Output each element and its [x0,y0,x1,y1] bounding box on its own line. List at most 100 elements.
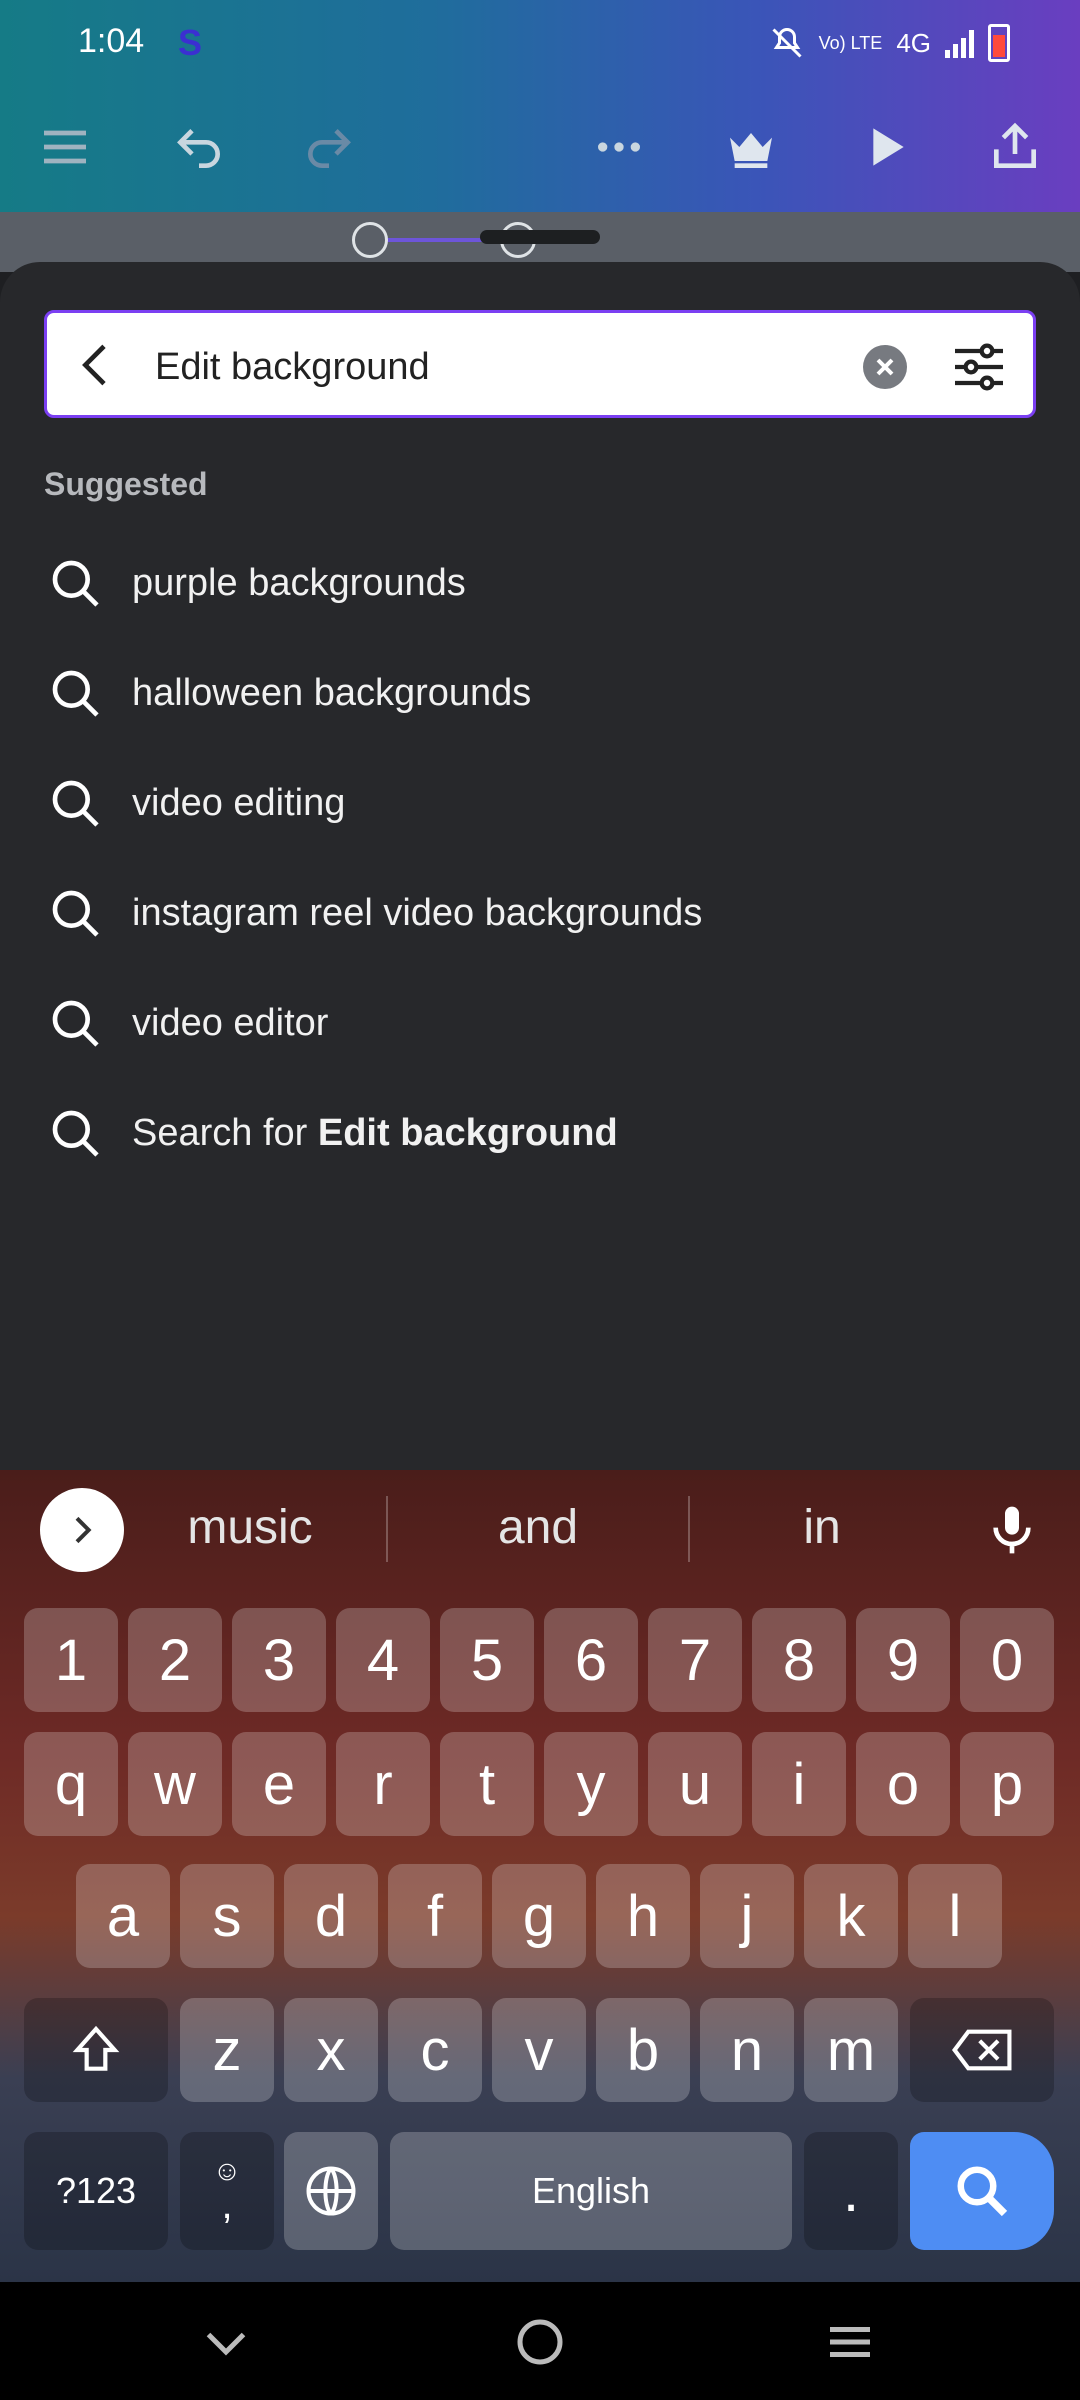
search-input[interactable] [155,339,875,395]
search-icon [52,560,99,607]
filter-icon[interactable] [947,335,1011,399]
key-x[interactable]: x [284,1998,378,2102]
key-w[interactable]: w [128,1732,222,1836]
key-9[interactable]: 9 [856,1608,950,1712]
key-7[interactable]: 7 [648,1608,742,1712]
key-2[interactable]: 2 [128,1608,222,1712]
recents-icon[interactable] [820,2312,880,2372]
key-5[interactable]: 5 [440,1608,534,1712]
status-bar: 1:04 S Vo) LTE 4G [0,0,1080,90]
key-l[interactable]: l [908,1864,1002,1968]
key-u[interactable]: u [648,1732,742,1836]
search-icon [52,780,99,827]
home-icon[interactable] [510,2312,570,2372]
microphone-icon[interactable] [984,1498,1040,1562]
key-k[interactable]: k [804,1864,898,1968]
space-key[interactable]: English [390,2132,792,2250]
backspace-icon [952,2029,1012,2071]
suggestion-text: video editing [132,782,346,824]
language-key[interactable] [284,2132,378,2250]
shift-key[interactable] [24,1998,168,2102]
search-icon [957,2166,1008,2217]
network-type: 4G [896,27,931,58]
key-y[interactable]: y [544,1732,638,1836]
chevron-right-icon [75,1516,92,1544]
crown-icon[interactable] [716,112,786,182]
sheet-drag-handle[interactable] [480,230,600,244]
key-z[interactable]: z [180,1998,274,2102]
key-t[interactable]: t [440,1732,534,1836]
suggestion-item[interactable]: video editor [0,974,1080,1074]
share-icon[interactable] [980,112,1050,182]
key-q[interactable]: q [24,1732,118,1836]
prediction-word[interactable]: and [408,1500,668,1555]
redo-icon[interactable] [294,112,364,182]
menu-icon[interactable] [30,112,100,182]
search-icon [52,1000,99,1047]
suggestion-text: instagram reel video backgrounds [132,892,703,934]
key-4[interactable]: 4 [336,1608,430,1712]
keyboard-suggestion-bar: music and in [0,1470,1080,1588]
divider [386,1496,388,1562]
divider [688,1496,690,1562]
undo-icon[interactable] [164,112,234,182]
app-header: 1:04 S Vo) LTE 4G [0,0,1080,212]
search-for-prefix: Search for [132,1112,308,1154]
app-notification-icon: S [178,22,203,63]
battery-icon [988,24,1010,62]
timeline-knob-start[interactable] [352,222,388,258]
play-icon[interactable] [850,112,920,182]
key-a[interactable]: a [76,1864,170,1968]
search-for-text: Search for Edit background [132,1112,618,1155]
symbols-key[interactable]: ?123 [24,2132,168,2250]
emoji-comma-key[interactable]: ☺ , [180,2132,274,2250]
search-for-item[interactable]: Search for Edit background [0,1084,1080,1184]
suggestion-item[interactable]: video editing [0,754,1080,854]
key-p[interactable]: p [960,1732,1054,1836]
key-f[interactable]: f [388,1864,482,1968]
key-6[interactable]: 6 [544,1608,638,1712]
emoji-icon: ☺ [212,2155,242,2186]
back-icon[interactable] [69,337,125,393]
search-icon [52,670,99,717]
key-r[interactable]: r [336,1732,430,1836]
suggestion-item[interactable]: instagram reel video backgrounds [0,864,1080,964]
suggestion-item[interactable]: halloween backgrounds [0,644,1080,744]
key-d[interactable]: d [284,1864,378,1968]
search-bar [44,310,1036,418]
signal-icon [945,28,974,58]
comma-label: , [221,2183,233,2227]
toolbar-expand-button[interactable] [40,1488,124,1572]
suggestion-text: video editor [132,1002,329,1044]
period-key[interactable]: . [804,2132,898,2250]
search-for-term: Edit background [317,1112,618,1154]
search-key[interactable] [910,2132,1054,2250]
suggestion-item[interactable]: purple backgrounds [0,534,1080,634]
key-g[interactable]: g [492,1864,586,1968]
key-h[interactable]: h [596,1864,690,1968]
close-icon [876,358,894,376]
key-3[interactable]: 3 [232,1608,326,1712]
more-icon[interactable] [584,112,654,182]
key-o[interactable]: o [856,1732,950,1836]
chevron-down-icon[interactable] [196,2312,256,2372]
key-n[interactable]: n [700,1998,794,2102]
key-e[interactable]: e [232,1732,326,1836]
key-v[interactable]: v [492,1998,586,2102]
key-j[interactable]: j [700,1864,794,1968]
status-icons: Vo) LTE 4G [769,24,1010,62]
clear-search-button[interactable] [863,345,907,389]
key-m[interactable]: m [804,1998,898,2102]
backspace-key[interactable] [910,1998,1054,2102]
key-1[interactable]: 1 [24,1608,118,1712]
key-i[interactable]: i [752,1732,846,1836]
key-0[interactable]: 0 [960,1608,1054,1712]
prediction-word[interactable]: music [120,1500,380,1555]
key-b[interactable]: b [596,1998,690,2102]
key-s[interactable]: s [180,1864,274,1968]
key-c[interactable]: c [388,1998,482,2102]
prediction-word[interactable]: in [692,1500,952,1555]
key-8[interactable]: 8 [752,1608,846,1712]
volte-indicator: Vo) LTE [818,32,883,53]
search-icon [52,890,99,937]
